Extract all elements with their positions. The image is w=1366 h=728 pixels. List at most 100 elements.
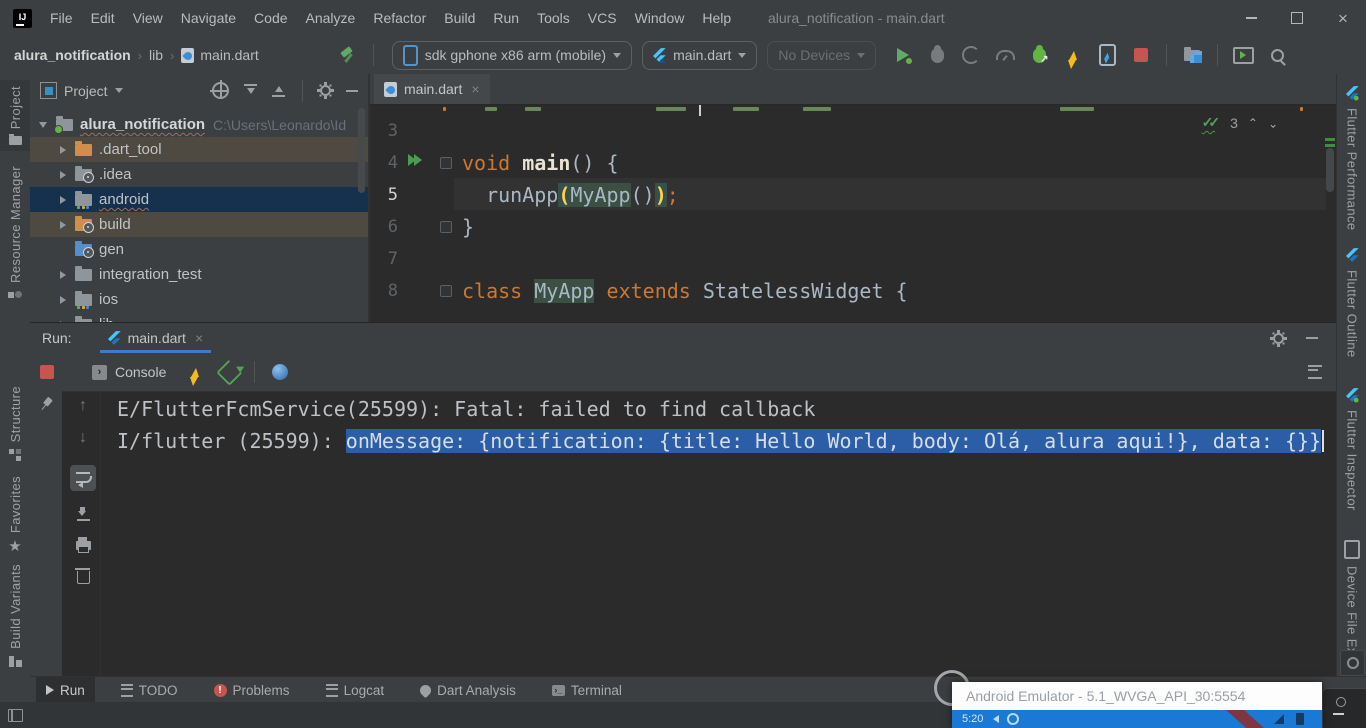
hot-restart-console-button[interactable]: [218, 361, 240, 383]
run-button[interactable]: [892, 44, 914, 66]
close-tab-icon[interactable]: ×: [195, 330, 203, 346]
clear-console-button[interactable]: [77, 568, 90, 584]
breadcrumb-project[interactable]: alura_notification: [14, 47, 131, 63]
chevron-collapsed-icon[interactable]: [60, 146, 66, 154]
breadcrumb-lib[interactable]: lib: [149, 47, 163, 63]
tree-row-ios[interactable]: ios: [30, 287, 368, 312]
scroll-to-end-button[interactable]: [77, 507, 90, 521]
run-line-gutter-icon[interactable]: [408, 154, 420, 166]
expand-all-icon[interactable]: [244, 84, 257, 97]
close-button[interactable]: ×: [1320, 0, 1366, 36]
menu-code[interactable]: Code: [245, 0, 296, 36]
maximize-button[interactable]: [1274, 0, 1320, 36]
sidebar-item-build-variants[interactable]: Build Variants: [0, 564, 30, 667]
chevron-collapsed-icon[interactable]: [60, 171, 66, 179]
project-scrollbar[interactable]: [358, 108, 365, 193]
toolbar-tab-logcat[interactable]: Logcat: [316, 677, 395, 703]
tree-row-android[interactable]: android: [30, 187, 368, 212]
sidebar-item-favorites[interactable]: Favorites ★: [0, 476, 30, 553]
menu-file[interactable]: File: [41, 0, 82, 36]
menu-refactor[interactable]: Refactor: [364, 0, 435, 36]
tab-main-dart[interactable]: main.dart ×: [374, 74, 490, 104]
chevron-collapsed-icon[interactable]: [60, 196, 66, 204]
menu-analyze[interactable]: Analyze: [297, 0, 365, 36]
tree-row-build[interactable]: build: [30, 212, 368, 237]
fold-marker[interactable]: [440, 221, 452, 233]
stop-button[interactable]: [1130, 44, 1152, 66]
stop-process-button[interactable]: [40, 365, 54, 379]
menu-vcs[interactable]: VCS: [579, 0, 626, 36]
hide-panel-icon[interactable]: [1306, 337, 1318, 339]
debug-button[interactable]: [926, 44, 948, 66]
inspection-widget[interactable]: ✓✓ 3 ⌃ ⌃: [1202, 114, 1278, 131]
locate-file-icon[interactable]: [212, 82, 229, 99]
run-tab-main-dart[interactable]: main.dart ×: [100, 323, 212, 353]
hot-restart-button[interactable]: [1096, 44, 1118, 66]
chevron-expanded-icon[interactable]: [39, 122, 47, 128]
open-devtools-button[interactable]: [269, 361, 291, 383]
chevron-collapsed-icon[interactable]: [60, 221, 66, 229]
fold-marker[interactable]: [440, 157, 452, 169]
close-tab-icon[interactable]: ×: [471, 81, 479, 97]
toolbar-tab-problems[interactable]: ! Problems: [204, 677, 300, 703]
profile-button[interactable]: [960, 44, 982, 66]
menu-view[interactable]: View: [124, 0, 172, 36]
menu-navigate[interactable]: Navigate: [172, 0, 245, 36]
prev-occurrence-button[interactable]: ↑: [79, 397, 87, 415]
sidebar-item-flutter-outline[interactable]: Flutter Outline: [1337, 248, 1366, 358]
sidebar-item-resource-manager[interactable]: Resource Manager: [0, 166, 30, 302]
menu-edit[interactable]: Edit: [82, 0, 124, 36]
menu-window[interactable]: Window: [626, 0, 694, 36]
tree-row-gen[interactable]: gen: [30, 237, 368, 262]
editor-scrollbar[interactable]: [1326, 148, 1334, 192]
sidebar-item-flutter-performance[interactable]: Flutter Performance: [1337, 86, 1366, 230]
fold-marker[interactable]: [440, 285, 452, 297]
breadcrumb-file[interactable]: main.dart: [200, 47, 258, 63]
search-everywhere-button[interactable]: [1266, 44, 1288, 66]
minimize-button[interactable]: [1228, 0, 1274, 36]
tree-row-idea[interactable]: .idea: [30, 162, 368, 187]
project-panel-title[interactable]: Project: [64, 83, 108, 99]
tree-row-lib[interactable]: lib: [30, 312, 368, 322]
tree-row-dart-tool[interactable]: .dart_tool: [30, 137, 368, 162]
chevron-collapsed-icon[interactable]: [60, 296, 66, 304]
sidebar-item-structure[interactable]: Structure: [0, 386, 30, 461]
gear-icon[interactable]: [320, 85, 331, 96]
menu-run[interactable]: Run: [484, 0, 528, 36]
toggle-tool-windows-icon[interactable]: [8, 709, 23, 722]
next-occurrence-button[interactable]: ↓: [79, 429, 87, 447]
tree-row-integration-test[interactable]: integration_test: [30, 262, 368, 287]
menu-build[interactable]: Build: [435, 0, 484, 36]
print-button[interactable]: [76, 541, 91, 550]
attach-debugger-button[interactable]: ↗: [1028, 44, 1050, 66]
chevron-down-icon[interactable]: [115, 88, 123, 93]
menu-tools[interactable]: Tools: [528, 0, 579, 36]
toolbar-tab-terminal[interactable]: ›_ Terminal: [542, 677, 632, 703]
profiler-button[interactable]: [994, 44, 1016, 66]
emulator-side-toolbar[interactable]: [1322, 688, 1366, 728]
chevron-up-icon[interactable]: ⌃: [1248, 116, 1258, 130]
soft-wrap-button[interactable]: [70, 465, 96, 491]
toolbar-tab-dart-analysis[interactable]: Dart Analysis: [410, 677, 526, 703]
console-tab-label[interactable]: Console: [115, 364, 166, 380]
device-selector[interactable]: sdk gphone x86 arm (mobile): [392, 41, 632, 70]
build-button[interactable]: [337, 44, 359, 66]
console-view-options-button[interactable]: [1308, 365, 1322, 379]
hide-panel-icon[interactable]: [346, 90, 358, 92]
devices-status-selector[interactable]: No Devices: [767, 41, 876, 70]
code-viewport[interactable]: 3 4 5 6 7 8 void main() { runApp(MyApp()…: [370, 104, 1336, 322]
project-structure-button[interactable]: [1181, 44, 1203, 66]
sidebar-item-flutter-inspector[interactable]: Flutter Inspector: [1337, 388, 1366, 511]
run-config-selector[interactable]: main.dart: [642, 41, 757, 70]
android-emulator-window[interactable]: Android Emulator - 5.1_WVGA_API_30:5554 …: [952, 682, 1322, 728]
tree-row-root[interactable]: alura_notification C:\Users\Leonardo\Id: [30, 112, 368, 137]
hot-reload-button[interactable]: [1062, 44, 1084, 66]
device-manager-button[interactable]: [1232, 44, 1254, 66]
chevron-collapsed-icon[interactable]: [60, 271, 66, 279]
menu-help[interactable]: Help: [693, 0, 740, 36]
sidebar-item-project[interactable]: Project: [0, 80, 30, 151]
pin-tab-button[interactable]: [39, 397, 53, 411]
collapse-all-icon[interactable]: [272, 84, 285, 97]
toolbar-tab-run[interactable]: Run: [36, 677, 95, 703]
gear-icon[interactable]: [1273, 333, 1284, 344]
